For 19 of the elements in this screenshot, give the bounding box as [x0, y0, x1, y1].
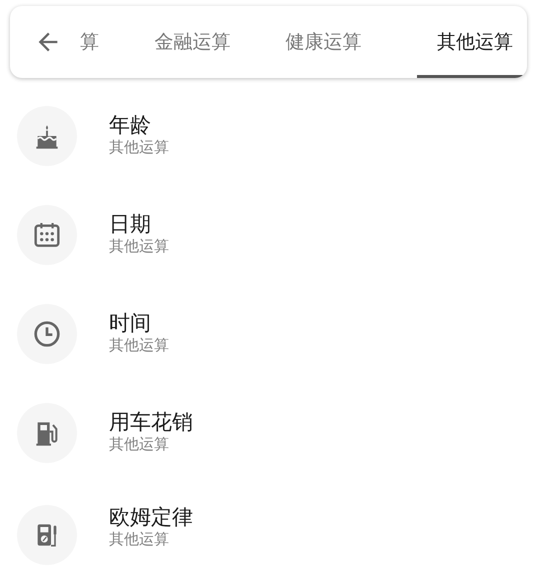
item-subtitle: 其他运算 — [109, 237, 169, 257]
list-item[interactable]: 时间 其他运算 — [0, 284, 537, 383]
tab[interactable]: 算 — [80, 6, 99, 78]
list-item[interactable]: 用车花销 其他运算 — [0, 383, 537, 482]
item-title: 日期 — [109, 212, 152, 238]
tab[interactable]: 健康运算 — [286, 6, 362, 78]
item-title: 时间 — [109, 311, 152, 336]
item-subtitle: 其他运算 — [109, 336, 169, 356]
list-item[interactable]: 欧姆定律 其他运算 — [0, 482, 537, 566]
item-subtitle: 其他运算 — [109, 138, 169, 158]
list-item[interactable]: 年龄 其他运算 — [0, 86, 537, 185]
item-title: 欧姆定律 — [109, 505, 193, 530]
item-subtitle: 其他运算 — [109, 530, 170, 550]
tab[interactable]: 金融运算 — [154, 6, 230, 78]
tab[interactable]: 其他运算 — [416, 6, 527, 78]
item-title: 年龄 — [109, 113, 152, 138]
list-item[interactable]: 日期 其他运算 — [0, 185, 537, 284]
item-title: 用车花销 — [109, 410, 193, 436]
item-subtitle: 其他运算 — [109, 435, 170, 455]
